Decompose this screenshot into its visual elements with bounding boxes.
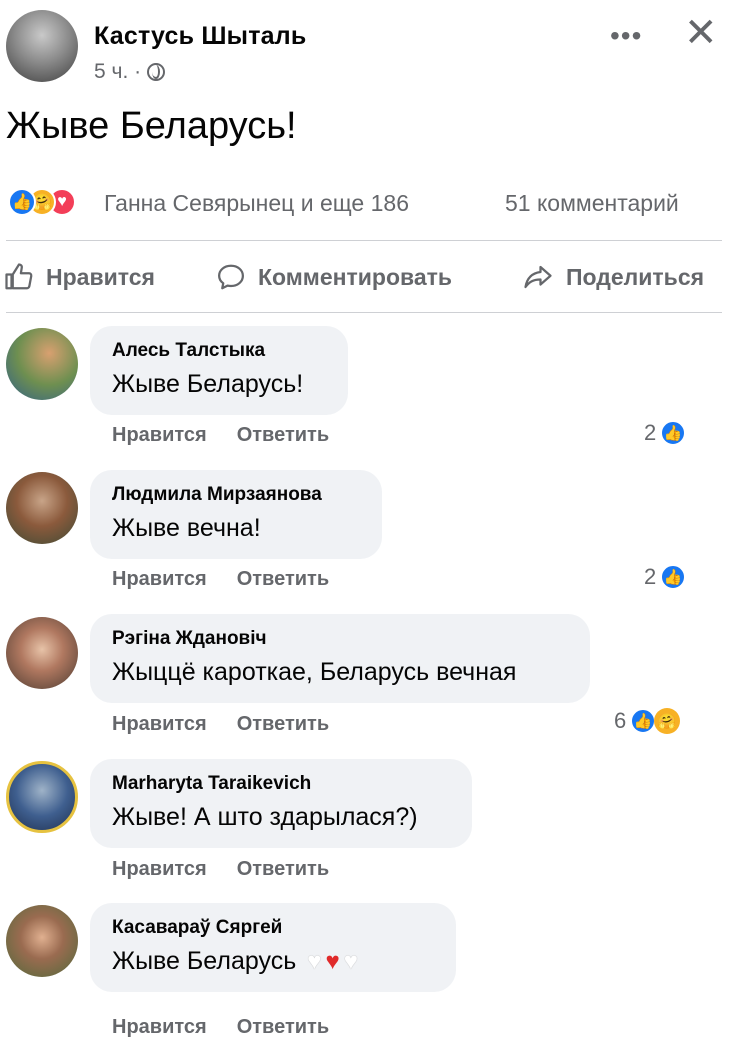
share-button[interactable]: Поделиться — [522, 262, 704, 292]
comment-reply-link[interactable]: Ответить — [237, 568, 329, 591]
white-heart-icon: ♥ — [307, 948, 322, 976]
like-button[interactable]: Нравится — [4, 262, 155, 292]
comment-reply-link[interactable]: Ответить — [237, 858, 329, 881]
reactors-text[interactable]: Ганна Севярынец и еще 186 — [104, 190, 409, 217]
commenter-name[interactable]: Людмила Мирзаянова — [112, 484, 360, 506]
care-reaction-icon: 🤗 — [654, 708, 681, 734]
divider — [6, 240, 722, 241]
like-reaction-icon: 👍 — [630, 708, 657, 734]
like-reaction-icon: 👍 — [8, 188, 36, 216]
post-time[interactable]: 5 ч. · — [94, 60, 141, 84]
divider — [6, 312, 722, 313]
comment-button-label: Комментировать — [258, 263, 453, 290]
comment-actions: Нравится Ответить — [112, 1016, 329, 1039]
post-author-avatar[interactable] — [6, 10, 78, 82]
comment-reaction-count: 2 — [644, 420, 657, 445]
like-reaction-icon: 👍 — [660, 420, 687, 446]
comment-actions: Нравится Ответить — [112, 858, 329, 881]
comment-text: Жыццё кароткае, Беларусь вечная — [112, 658, 517, 686]
like-reaction-icon: 👍 — [660, 564, 687, 590]
commenter-name[interactable]: Касавараў Сяргей — [112, 917, 434, 939]
white-heart-icon: ♥ — [343, 948, 358, 976]
comment-icon — [218, 264, 244, 290]
commenter-avatar[interactable] — [6, 761, 78, 833]
comment-actions: Нравится Ответить — [112, 424, 329, 447]
comment-text: Жыве вечна! — [112, 514, 261, 542]
commenter-name[interactable]: Рэгiна Ждановiч — [112, 628, 568, 650]
commenter-avatar[interactable] — [6, 328, 78, 400]
comment-like-link[interactable]: Нравится — [112, 1016, 207, 1039]
like-button-label: Нравится — [46, 263, 155, 290]
share-button-label: Поделиться — [566, 263, 705, 290]
comment-like-link[interactable]: Нравится — [112, 568, 207, 591]
comments-count[interactable]: 51 комментарий — [505, 190, 679, 217]
red-heart-icon: ♥ — [325, 948, 340, 976]
comment-reaction-count: 6 — [614, 708, 627, 733]
comment-text: Жыве Беларусь — [112, 947, 297, 975]
comment-bubble: Людмила Мирзаянова Жыве вечна! — [90, 470, 382, 559]
comment-reaction-count: 2 — [644, 564, 657, 589]
comment-bubble: Marharyta Taraikevich Жыве! А што здарыл… — [90, 759, 472, 848]
comment-actions: Нравится Ответить — [112, 568, 329, 591]
comment-reactions[interactable]: 2 👍 — [644, 420, 687, 446]
comment-bubble: Алесь Талстыка Жыве Беларусь! — [90, 326, 348, 415]
comment-text-row: Жыве Беларусь ♥ ♥ ♥ — [112, 947, 434, 976]
comment-actions: Нравится Ответить — [112, 713, 329, 736]
comment-reactions[interactable]: 6 👍 🤗 — [614, 708, 681, 734]
reaction-icons[interactable]: 👍 🤗 ♥ — [8, 188, 76, 216]
comment-like-link[interactable]: Нравится — [112, 858, 207, 881]
comment-like-link[interactable]: Нравится — [112, 713, 207, 736]
more-icon[interactable]: ••• — [610, 20, 642, 52]
comment-reply-link[interactable]: Ответить — [237, 713, 329, 736]
thumbs-up-icon — [5, 263, 33, 290]
commenter-name[interactable]: Marharyta Taraikevich — [112, 773, 450, 795]
close-icon[interactable]: ✕ — [684, 10, 718, 56]
comment-reactions[interactable]: 2 👍 — [644, 564, 687, 590]
comment-button[interactable]: Комментировать — [216, 262, 452, 292]
commenter-avatar[interactable] — [6, 905, 78, 977]
commenter-name[interactable]: Алесь Талстыка — [112, 340, 326, 362]
post-meta: 5 ч. · — [94, 60, 166, 84]
commenter-avatar[interactable] — [6, 472, 78, 544]
comment-text: Жыве Беларусь! — [112, 370, 304, 398]
share-icon — [524, 265, 552, 289]
post-text: Жыве Беларусь! — [6, 105, 297, 147]
comment-bubble: Касавараў Сяргей Жыве Беларусь ♥ ♥ ♥ — [90, 903, 456, 993]
comment-bubble: Рэгiна Ждановiч Жыццё кароткае, Беларусь… — [90, 614, 590, 703]
post-author-name[interactable]: Кастусь Шыталь — [94, 22, 306, 51]
comment-reply-link[interactable]: Ответить — [237, 1016, 329, 1039]
comment-text: Жыве! А што здарылася?) — [112, 803, 418, 831]
comment-reply-link[interactable]: Ответить — [237, 424, 329, 447]
globe-icon — [147, 63, 166, 81]
comment-like-link[interactable]: Нравится — [112, 424, 207, 447]
commenter-avatar[interactable] — [6, 617, 78, 689]
